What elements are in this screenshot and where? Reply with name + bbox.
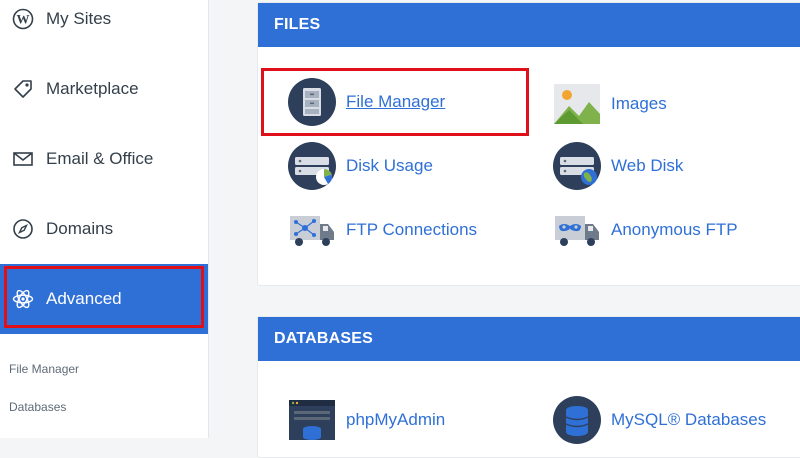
tool-label: File Manager bbox=[346, 92, 446, 111]
tool-mysql-databases[interactable]: MySQL® Databases bbox=[553, 396, 766, 444]
sidebar-item-label: Marketplace bbox=[46, 79, 139, 98]
landscape-image-icon bbox=[554, 84, 600, 124]
web-disk-icon bbox=[553, 142, 601, 190]
sidebar-item-advanced[interactable]: Advanced bbox=[0, 264, 208, 334]
sidebar: W My Sites Marketplace Email & Office Do… bbox=[0, 0, 209, 438]
tool-file-manager[interactable]: File Manager bbox=[288, 78, 445, 126]
sidebar-subitem-databases[interactable]: Databases bbox=[9, 400, 66, 414]
tool-ftp-connections[interactable]: FTP Connections bbox=[288, 206, 477, 254]
sidebar-item-label: My Sites bbox=[46, 9, 112, 28]
envelope-icon bbox=[12, 148, 34, 170]
tool-web-disk[interactable]: Web Disk bbox=[553, 142, 683, 190]
tool-label: MySQL® Databases bbox=[611, 410, 767, 429]
compass-icon bbox=[12, 218, 34, 240]
tool-anonymous-ftp[interactable]: Anonymous FTP bbox=[553, 206, 738, 254]
tool-phpmyadmin[interactable]: phpMyAdmin bbox=[288, 396, 445, 444]
tool-disk-usage[interactable]: Disk Usage bbox=[288, 142, 433, 190]
file-cabinet-icon bbox=[288, 78, 336, 126]
sidebar-item-domains[interactable]: Domains bbox=[0, 194, 208, 264]
phpmyadmin-icon bbox=[289, 400, 335, 440]
sidebar-item-label: Email & Office bbox=[46, 149, 154, 168]
anonymous-ftp-truck-icon bbox=[555, 216, 599, 246]
sidebar-item-my-sites[interactable]: W My Sites bbox=[0, 0, 208, 54]
databases-panel-header: DATABASES bbox=[258, 317, 800, 361]
tool-label: phpMyAdmin bbox=[346, 410, 446, 429]
tool-images[interactable]: Images bbox=[553, 80, 667, 128]
sidebar-item-label: Advanced bbox=[46, 289, 122, 308]
mysql-database-icon bbox=[553, 396, 601, 444]
disk-usage-icon bbox=[288, 142, 336, 190]
tag-icon bbox=[12, 78, 34, 100]
ftp-truck-icon bbox=[290, 216, 334, 246]
sidebar-subitem-file-manager[interactable]: File Manager bbox=[9, 362, 79, 376]
tool-label: Anonymous FTP bbox=[611, 220, 738, 239]
tool-label: Images bbox=[611, 94, 667, 113]
tool-label: Disk Usage bbox=[346, 156, 433, 175]
wordpress-icon: W bbox=[12, 8, 34, 30]
sidebar-item-label: Domains bbox=[46, 219, 114, 238]
tool-label: FTP Connections bbox=[346, 220, 478, 239]
sidebar-item-marketplace[interactable]: Marketplace bbox=[0, 54, 208, 124]
atom-icon bbox=[12, 288, 34, 310]
sidebar-item-email-office[interactable]: Email & Office bbox=[0, 124, 208, 194]
svg-text:W: W bbox=[17, 12, 30, 27]
files-panel-header: FILES bbox=[258, 3, 800, 47]
tool-label: Web Disk bbox=[611, 156, 684, 175]
